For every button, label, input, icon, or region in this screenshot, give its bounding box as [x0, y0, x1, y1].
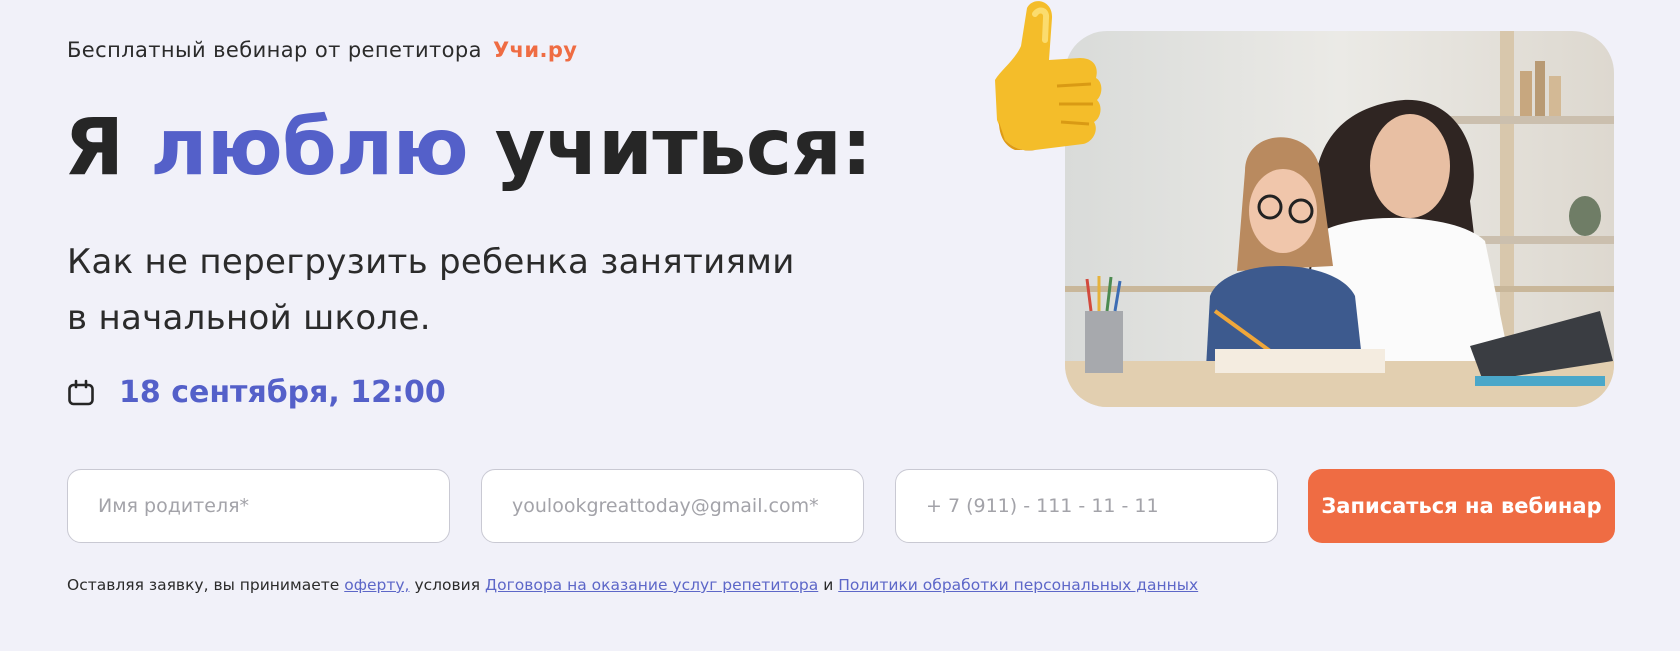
thumbs-up-icon: [995, 1, 1102, 151]
privacy-policy-link[interactable]: Политики обработки персональных данных: [838, 576, 1198, 594]
page-title: Я люблю учиться:: [64, 103, 873, 194]
offer-link[interactable]: оферту,: [344, 576, 409, 594]
parent-name-field[interactable]: [67, 469, 450, 543]
legal-and: и: [823, 576, 834, 594]
subtitle-line-1: Как не перегрузить ребенка занятиями: [67, 242, 795, 282]
legal-middle: условия: [414, 576, 481, 594]
title-part-1: Я: [64, 103, 124, 193]
event-date-text: 18 сентября, 12:00: [119, 375, 446, 410]
hero-photo: [1065, 31, 1614, 407]
eyebrow-text: Бесплатный вебинар от репетитора: [67, 38, 482, 62]
subtitle-line-2: в начальной школе.: [67, 298, 431, 338]
title-accent: люблю: [150, 103, 469, 193]
brand-name: Учи.ру: [492, 38, 578, 62]
contract-link[interactable]: Договора на оказание услуг репетитора: [485, 576, 818, 594]
register-webinar-button[interactable]: Записаться на вебинар: [1308, 469, 1615, 543]
webinar-eyebrow: Бесплатный вебинар от репетитора Учи.ру: [67, 38, 577, 62]
subtitle: Как не перегрузить ребенка занятиями в н…: [67, 234, 827, 346]
email-field[interactable]: [481, 469, 864, 543]
legal-prefix: Оставляя заявку, вы принимаете: [67, 576, 340, 594]
title-part-2: учиться:: [494, 103, 873, 193]
event-date: 18 сентября, 12:00: [67, 375, 446, 410]
calendar-icon: [68, 379, 94, 405]
phone-field[interactable]: [895, 469, 1278, 543]
legal-notice: Оставляя заявку, вы принимаете оферту, у…: [67, 576, 1198, 594]
mother-and-daughter-studying-photo: [1065, 31, 1614, 407]
